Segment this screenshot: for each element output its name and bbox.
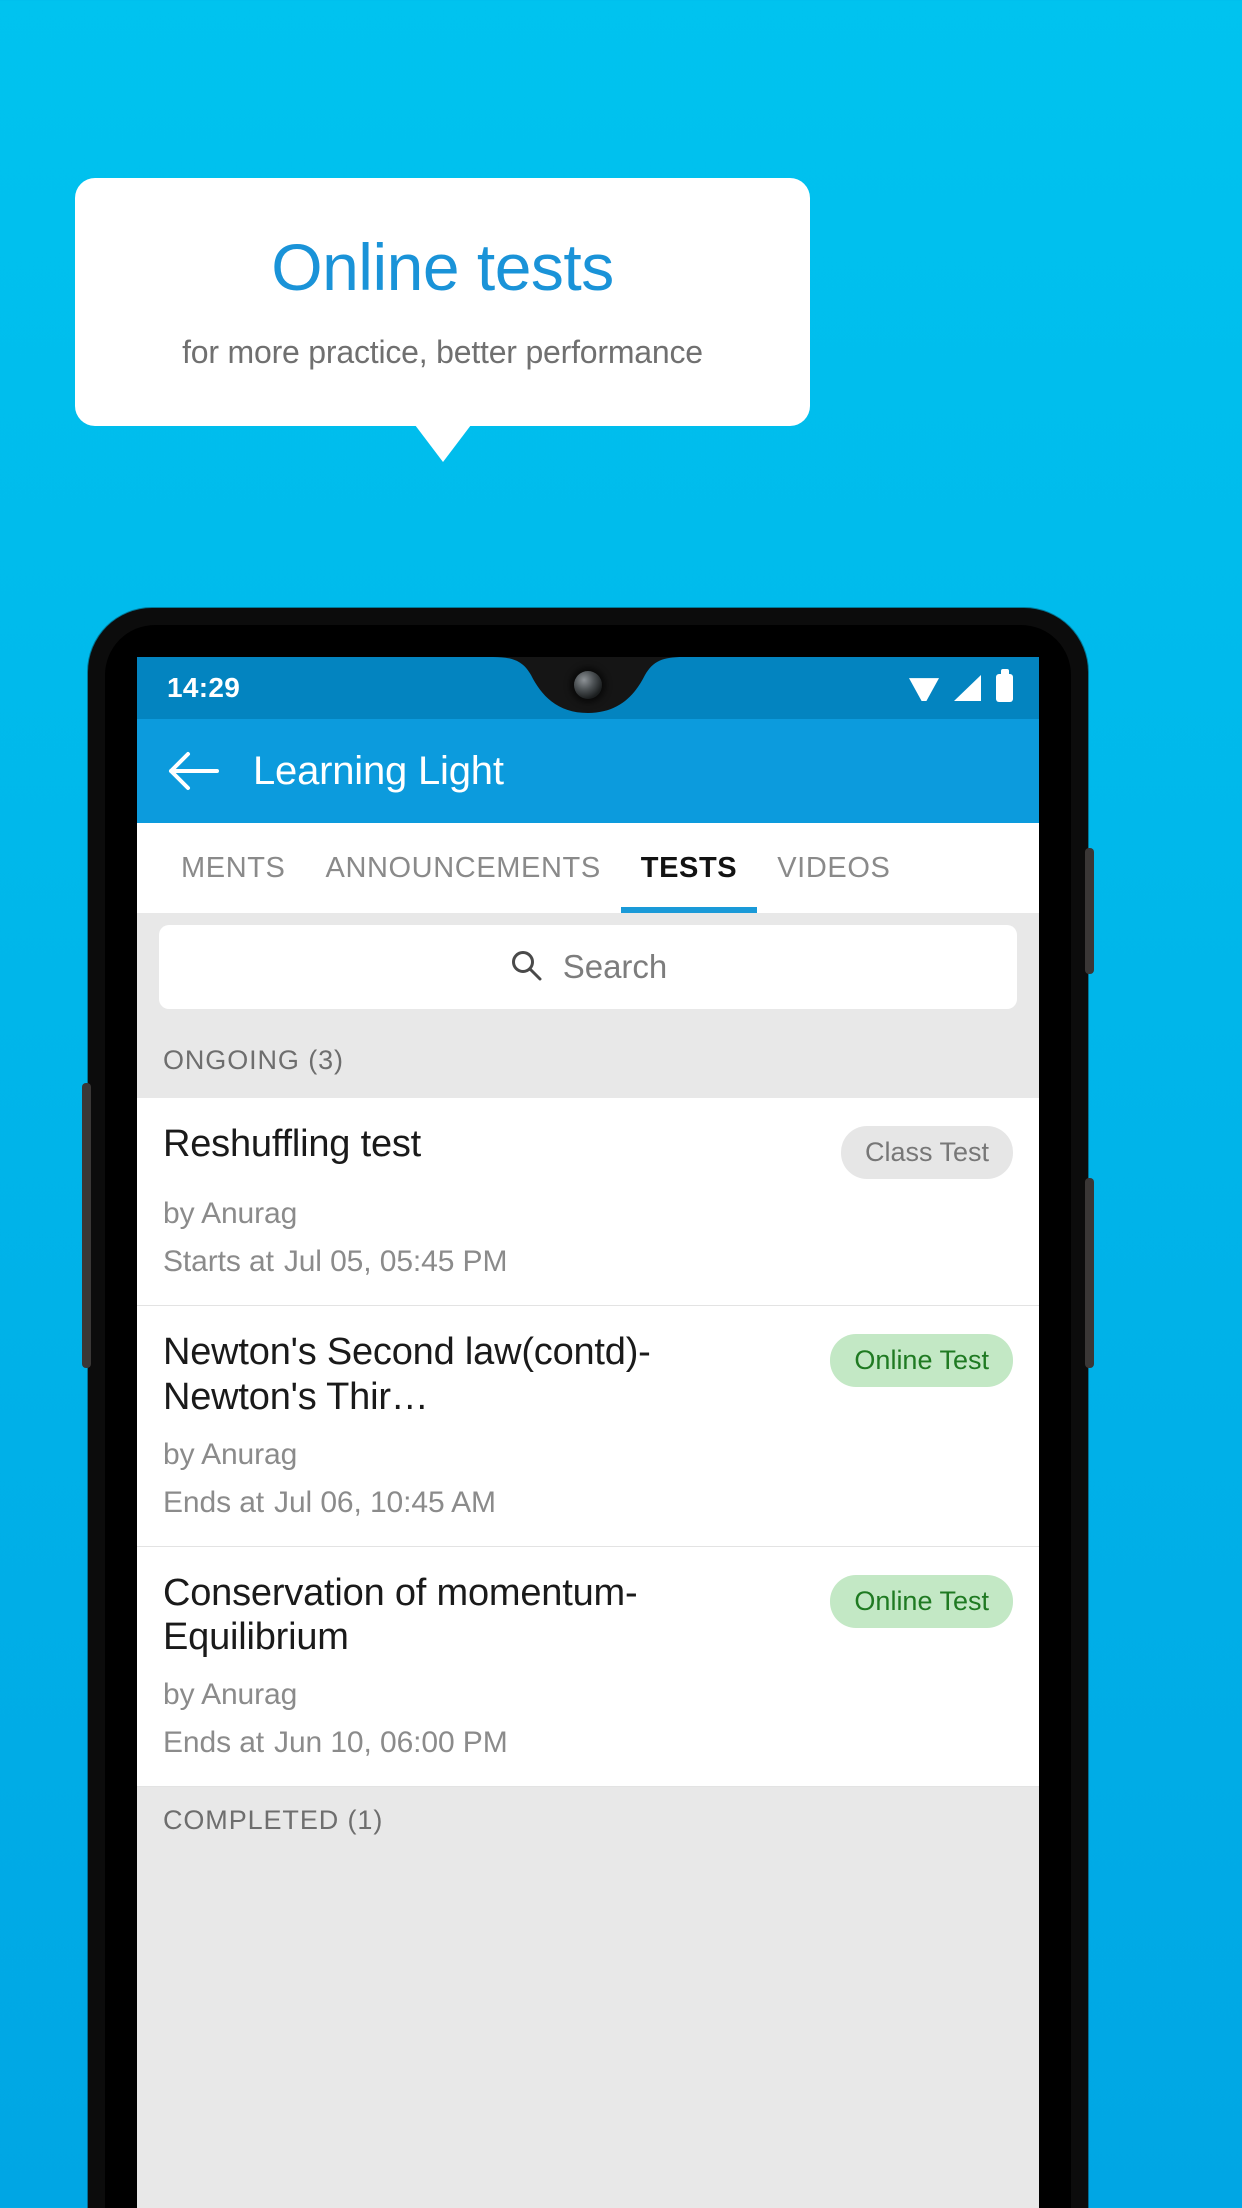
test-schedule-label: Ends at [163, 1485, 265, 1519]
search-icon [509, 948, 543, 987]
phone-screen: 14:29 Learning Light MENTS ANNOUNCEMENTS… [137, 657, 1039, 2208]
test-schedule: Ends at Jul 06, 10:45 AM [163, 1486, 1013, 1520]
tab-tests[interactable]: TESTS [620, 823, 758, 913]
search-bar-wrap: Search [137, 913, 1039, 1027]
test-schedule: Ends at Jun 10, 06:00 PM [163, 1726, 1013, 1760]
section-header-ongoing: ONGOING (3) [137, 1027, 1039, 1098]
test-schedule-value: Jul 06, 10:45 AM [274, 1485, 496, 1519]
status-badge: Online Test [830, 1334, 1013, 1387]
test-schedule: Starts at Jul 05, 05:45 PM [163, 1245, 1013, 1279]
front-camera-icon [574, 671, 602, 699]
volume-button-left[interactable] [82, 1083, 91, 1368]
status-icons [909, 674, 1013, 702]
callout-tail-icon [414, 425, 471, 462]
test-list-item[interactable]: Conservation of momentum-Equilibrium Onl… [137, 1546, 1039, 1788]
test-author: by Anurag [163, 1678, 298, 1712]
test-schedule-value: Jul 05, 05:45 PM [283, 1245, 508, 1278]
app-bar: Learning Light [137, 719, 1039, 823]
tests-content: Search ONGOING (3) Reshuffling test Clas… [137, 913, 1039, 2208]
test-author: by Anurag [163, 1437, 298, 1471]
status-badge: Online Test [830, 1574, 1013, 1628]
test-list-item[interactable]: Newton's Second law(contd)-Newton's Thir… [137, 1306, 1039, 1547]
tab-videos[interactable]: VIDEOS [757, 823, 910, 913]
test-title: Reshuffling test [163, 1123, 422, 1165]
promo-callout: Online tests for more practice, better p… [75, 178, 810, 462]
signal-icon [954, 675, 981, 701]
wifi-icon [909, 678, 939, 701]
promo-title: Online tests [271, 230, 614, 305]
tab-announcements[interactable]: ANNOUNCEMENTS [306, 823, 621, 913]
promo-card: Online tests for more practice, better p… [75, 178, 810, 462]
test-schedule-label: Starts at [163, 1245, 274, 1278]
test-item-header: Reshuffling test Class Test [163, 1122, 1013, 1179]
status-bar: 14:29 [137, 657, 1039, 719]
search-placeholder: Search [562, 948, 668, 985]
power-button[interactable] [1085, 848, 1094, 974]
notch [493, 657, 683, 717]
battery-icon [996, 674, 1013, 702]
back-arrow-icon[interactable] [165, 743, 221, 799]
volume-button-right[interactable] [1085, 1178, 1094, 1368]
tab-ments[interactable]: MENTS [161, 823, 306, 913]
search-bar[interactable]: Search [159, 925, 1017, 1009]
section-header-completed: COMPLETED (1) [137, 1787, 1039, 1859]
test-title: Newton's Second law(contd)-Newton's Thir… [163, 1331, 651, 1418]
app-bar-title: Learning Light [253, 748, 504, 793]
test-schedule-value: Jun 10, 06:00 PM [274, 1726, 508, 1760]
test-author: by Anurag [163, 1197, 298, 1230]
status-time: 14:29 [167, 672, 241, 703]
test-item-header: Newton's Second law(contd)-Newton's Thir… [163, 1330, 1013, 1420]
promo-subtitle: for more practice, better performance [182, 334, 703, 371]
phone-bezel: 14:29 Learning Light MENTS ANNOUNCEMENTS… [105, 625, 1071, 2208]
test-schedule-label: Ends at [163, 1726, 265, 1760]
test-list-item[interactable]: Reshuffling test Class Test by Anurag St… [137, 1098, 1039, 1306]
status-badge: Class Test [840, 1126, 1013, 1179]
phone-mockup: 14:29 Learning Light MENTS ANNOUNCEMENTS… [82, 608, 1094, 2208]
test-item-header: Conservation of momentum-Equilibrium Onl… [163, 1571, 1013, 1661]
tab-bar: MENTS ANNOUNCEMENTS TESTS VIDEOS [137, 823, 1039, 913]
test-title: Conservation of momentum-Equilibrium [163, 1571, 638, 1659]
